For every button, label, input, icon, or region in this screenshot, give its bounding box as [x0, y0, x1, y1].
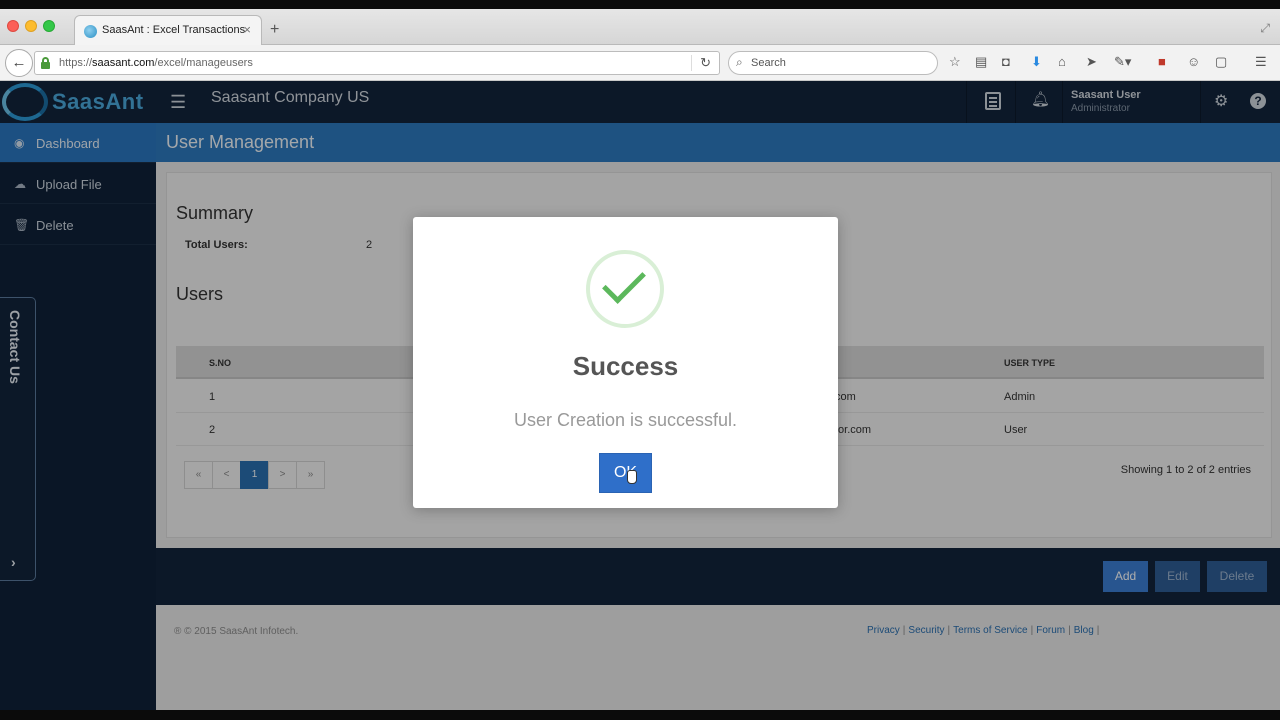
bottom-letterbox	[0, 710, 1280, 720]
dialog-title: Success	[572, 351, 679, 381]
success-dialog: Success User Creation is successful. OK	[413, 217, 838, 508]
minimize-window-button[interactable]	[25, 20, 37, 32]
send-icon[interactable]: ➤	[1086, 54, 1097, 70]
reload-icon[interactable]: ↻	[691, 55, 711, 71]
favicon-icon	[84, 25, 97, 38]
url-bar[interactable]: https://saasant.com/excel/manageusers ↻	[34, 51, 720, 75]
hand-cursor-icon	[627, 470, 637, 484]
home-icon[interactable]: ⌂	[1058, 54, 1066, 69]
dialog-message: User Creation is successful.	[513, 410, 738, 430]
reading-list-icon[interactable]: ▤	[975, 54, 987, 70]
close-window-button[interactable]	[7, 20, 19, 32]
tab-close-icon[interactable]: ×	[243, 22, 251, 37]
screen: SaasAnt : Excel Transactions × + ⤢ ← htt…	[0, 0, 1280, 720]
browser-navbar: ← https://saasant.com/excel/manageusers …	[0, 45, 1280, 81]
pocket-icon[interactable]: ◘	[1002, 54, 1010, 69]
back-button[interactable]: ←	[5, 49, 33, 77]
hamburger-menu-icon[interactable]: ☰	[1255, 54, 1267, 70]
chat-icon[interactable]: ☺	[1187, 54, 1200, 69]
addon-icon[interactable]: ■	[1158, 54, 1166, 69]
lock-icon	[41, 57, 50, 69]
success-check-icon	[586, 250, 664, 328]
zoom-window-button[interactable]	[43, 20, 55, 32]
browser-tabstrip: SaasAnt : Excel Transactions × + ⤢	[0, 9, 1280, 46]
search-icon: ⌕	[736, 55, 743, 69]
top-letterbox	[0, 0, 1280, 9]
search-placeholder: Search	[751, 57, 786, 69]
download-icon[interactable]: ⬇	[1031, 54, 1042, 70]
fullscreen-icon[interactable]: ⤢	[1260, 21, 1270, 36]
url-text: https://saasant.com/excel/manageusers	[59, 57, 253, 69]
new-tab-button[interactable]: +	[270, 21, 279, 39]
ok-button[interactable]: OK	[599, 453, 652, 493]
bookmark-star-icon[interactable]: ☆	[949, 54, 961, 70]
search-input[interactable]: ⌕ Search	[728, 51, 938, 75]
tab-title: SaasAnt : Excel Transactions	[102, 24, 246, 36]
extension-icon[interactable]: ✎▾	[1114, 54, 1131, 70]
window-icon[interactable]: ▢	[1215, 54, 1227, 70]
browser-tab[interactable]: SaasAnt : Excel Transactions ×	[74, 15, 262, 46]
